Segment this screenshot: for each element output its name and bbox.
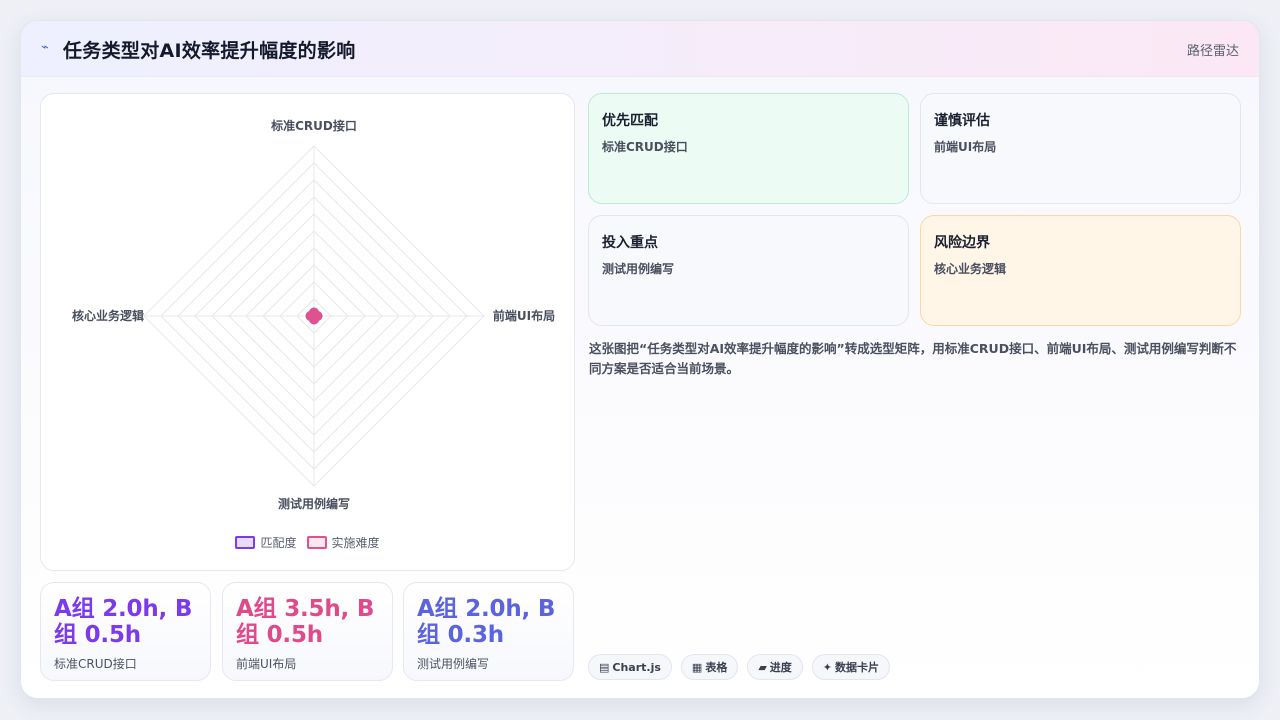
stat-value: A组 3.5h, B组 0.5h — [236, 596, 375, 648]
tech-chips: ▤ Chart.js ▦ 表格 ▰ 进度 ✦ 数据卡片 — [588, 654, 891, 680]
chart-legend: 匹配度 实施难度 — [41, 534, 574, 551]
chart-description: 这张图把“任务类型对AI效率提升幅度的影响”转成选型矩阵，用标准CRUD接口、前… — [589, 341, 1237, 376]
stat-card-crud: A组 2.0h, B组 0.5h 标准CRUD接口 — [40, 582, 211, 681]
matrix-cell-title: 谨慎评估 — [934, 113, 990, 129]
chip-data-card[interactable]: ✦ 数据卡片 — [811, 654, 891, 680]
main-card: ⌁ 任务类型对AI效率提升幅度的影响 路径雷达 标准CRUD接口 前端UI布局 测试… — [20, 20, 1260, 699]
header-tag: 路径雷达 — [1186, 44, 1239, 59]
matrix-cell-item: 前端UI布局 — [934, 140, 997, 154]
matrix-cell-item: 标准CRUD接口 — [602, 140, 688, 154]
table-icon: ▦ — [691, 660, 703, 674]
legend-item-match[interactable]: 匹配度 — [235, 534, 297, 551]
matrix-cell-title: 投入重点 — [602, 235, 658, 251]
stat-label: 测试用例编写 — [417, 657, 490, 671]
sparkle-icon: ✦ — [822, 660, 833, 674]
radar-axis-label: 前端UI布局 — [493, 308, 555, 323]
radar-axis-label: 标准CRUD接口 — [270, 118, 357, 133]
stat-value: A组 2.0h, B组 0.3h — [417, 596, 556, 648]
chip-label: Chart.js — [612, 660, 661, 674]
legend-item-difficulty[interactable]: 实施难度 — [306, 534, 380, 551]
line-chart-icon: ⌁ — [41, 40, 49, 55]
legend-swatch-difficulty — [306, 536, 327, 549]
chip-label: 数据卡片 — [835, 661, 880, 674]
matrix-cell-focus: 投入重点 测试用例编写 — [588, 215, 909, 326]
matrix-cell-item: 核心业务逻辑 — [934, 262, 1007, 276]
legend-label-difficulty: 实施难度 — [331, 536, 380, 550]
matrix-cell-item: 测试用例编写 — [602, 262, 675, 276]
chart-icon: ▤ — [599, 660, 610, 674]
chip-table[interactable]: ▦ 表格 — [680, 654, 739, 680]
chip-label: 表格 — [705, 661, 728, 674]
page-title: 任务类型对AI效率提升幅度的影响 — [63, 40, 356, 62]
stat-value: A组 2.0h, B组 0.5h — [54, 596, 193, 648]
radar-chart-panel: 标准CRUD接口前端UI布局测试用例编写 核心业务逻辑 匹配度 实施难度 — [40, 93, 575, 571]
radar-axis-label: 核心业务逻辑 — [72, 308, 144, 323]
chip-chartjs[interactable]: ▤ Chart.js — [588, 654, 672, 680]
matrix-cell-caution: 谨慎评估 前端UI布局 — [920, 93, 1241, 204]
card-header: ⌁ 任务类型对AI效率提升幅度的影响 路径雷达 — [21, 21, 1259, 77]
chip-progress[interactable]: ▰ 进度 — [747, 654, 803, 680]
progress-icon: ▰ — [758, 660, 767, 674]
stat-card-ui: A组 3.5h, B组 0.5h 前端UI布局 — [222, 582, 393, 681]
radar-axis-label: 测试用例编写 — [278, 496, 350, 511]
legend-label-match: 匹配度 — [260, 536, 297, 550]
matrix-cell-risk: 风险边界 核心业务逻辑 — [920, 215, 1241, 326]
chip-label: 进度 — [769, 661, 792, 674]
matrix-cell-title: 风险边界 — [934, 235, 990, 251]
stat-label: 前端UI布局 — [236, 657, 297, 671]
radar-data-point — [305, 311, 316, 321]
radar-chart: 标准CRUD接口前端UI布局测试用例编写 核心业务逻辑 — [72, 118, 555, 511]
stat-label: 标准CRUD接口 — [54, 657, 137, 671]
matrix-cell-title: 优先匹配 — [602, 113, 658, 129]
stat-card-test: A组 2.0h, B组 0.3h 测试用例编写 — [403, 582, 574, 681]
matrix-cell-priority: 优先匹配 标准CRUD接口 — [588, 93, 909, 204]
legend-swatch-match — [235, 536, 256, 549]
